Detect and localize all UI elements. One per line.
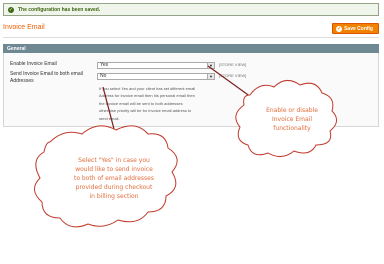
callout-line: in billing section (89, 193, 139, 200)
callout-line: Enable or disable (266, 107, 318, 114)
callout-line: Select "Yes" in case you (78, 157, 150, 164)
callout-line: provided during checkout (75, 184, 153, 191)
callout-line: Invoice Email (271, 116, 312, 123)
callout-line: to both of email addresses (73, 175, 154, 182)
callout-right-text: Enable or disable Invoice Email function… (250, 106, 334, 133)
callout-line: functionality (273, 125, 311, 132)
callout-line: would like to send invoice (75, 166, 153, 173)
callout-left-text: Select "Yes" in case you would like to s… (48, 156, 180, 201)
